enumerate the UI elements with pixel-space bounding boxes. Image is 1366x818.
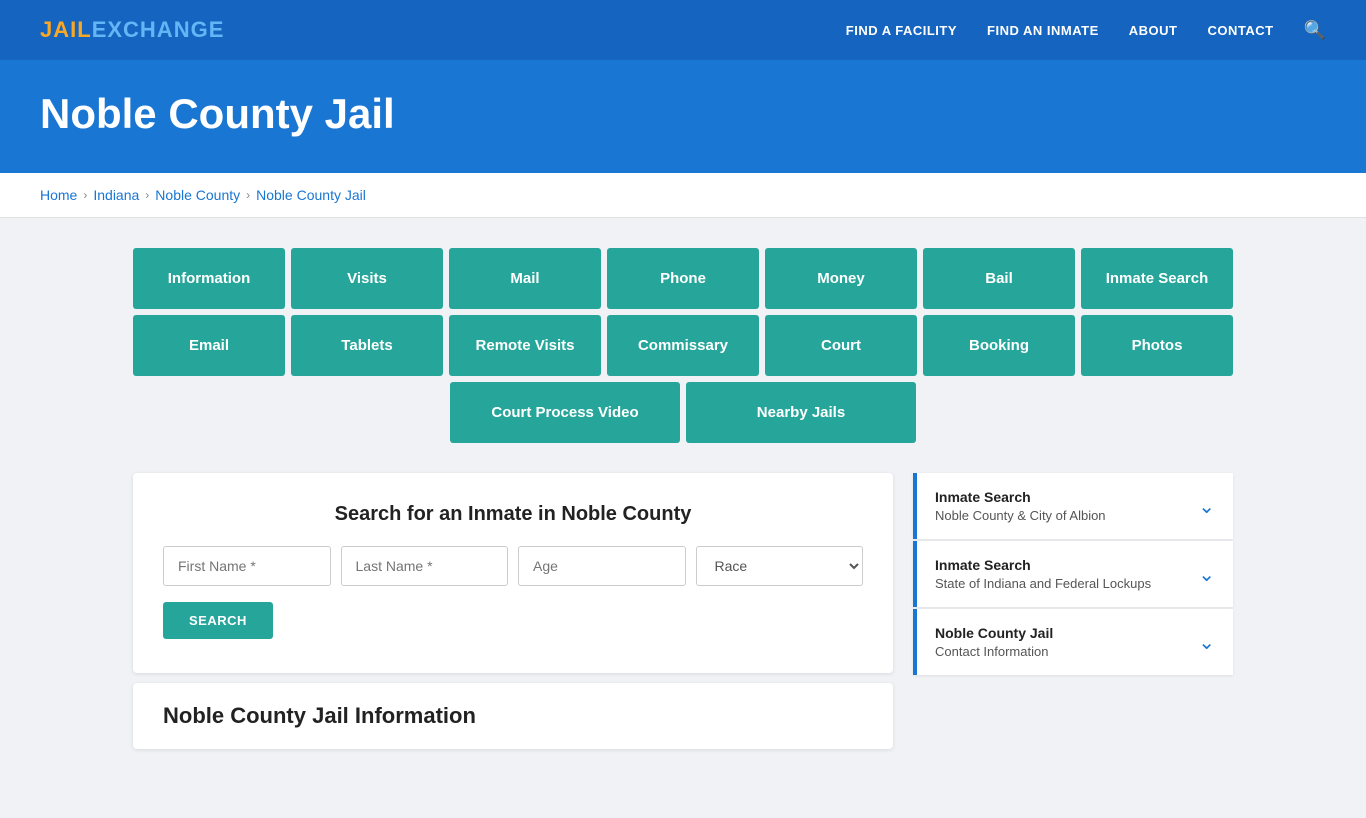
race-select[interactable]: Race White Black Hispanic Asian Other	[696, 546, 864, 586]
breadcrumb-current: Noble County Jail	[256, 187, 366, 203]
nav-contact[interactable]: CONTACT	[1207, 23, 1273, 38]
tile-mail[interactable]: Mail	[449, 248, 601, 309]
sidebar-item-title-1: Inmate Search	[935, 489, 1106, 505]
tile-commissary[interactable]: Commissary	[607, 315, 759, 376]
tile-court[interactable]: Court	[765, 315, 917, 376]
tile-money[interactable]: Money	[765, 248, 917, 309]
breadcrumb-sep-1: ›	[83, 188, 87, 202]
site-logo[interactable]: JAILEXCHANGE	[40, 17, 224, 43]
breadcrumb-noble-county[interactable]: Noble County	[155, 187, 240, 203]
nav-find-inmate[interactable]: FIND AN INMATE	[987, 23, 1099, 38]
header-search-button[interactable]: 🔍	[1304, 20, 1326, 41]
sidebar-item-title-3: Noble County Jail	[935, 625, 1053, 641]
tile-visits[interactable]: Visits	[291, 248, 443, 309]
search-form-row: Race White Black Hispanic Asian Other	[163, 546, 863, 586]
header: JAILEXCHANGE FIND A FACILITY FIND AN INM…	[0, 0, 1366, 60]
breadcrumb-indiana[interactable]: Indiana	[93, 187, 139, 203]
sidebar-item-subtitle-3: Contact Information	[935, 644, 1053, 659]
bottom-section: Search for an Inmate in Noble County Rac…	[133, 473, 1233, 749]
chevron-down-icon-2: ⌄	[1198, 562, 1215, 587]
sidebar: Inmate Search Noble County & City of Alb…	[913, 473, 1233, 677]
tile-booking[interactable]: Booking	[923, 315, 1075, 376]
main-content: Information Visits Mail Phone Money Bail…	[0, 218, 1366, 818]
tiles-row-1: Information Visits Mail Phone Money Bail…	[133, 248, 1233, 309]
nav-about[interactable]: ABOUT	[1129, 23, 1178, 38]
breadcrumb-bar: Home › Indiana › Noble County › Noble Co…	[0, 173, 1366, 218]
sidebar-item-noble-county-albion[interactable]: Inmate Search Noble County & City of Alb…	[913, 473, 1233, 539]
tile-remote-visits[interactable]: Remote Visits	[449, 315, 601, 376]
breadcrumb-sep-2: ›	[145, 188, 149, 202]
tile-nearby-jails[interactable]: Nearby Jails	[686, 382, 916, 443]
breadcrumb-sep-3: ›	[246, 188, 250, 202]
tile-information[interactable]: Information	[133, 248, 285, 309]
sidebar-item-text-2: Inmate Search State of Indiana and Feder…	[935, 557, 1151, 591]
tile-photos[interactable]: Photos	[1081, 315, 1233, 376]
sidebar-item-subtitle-1: Noble County & City of Albion	[935, 508, 1106, 523]
hero-banner: Noble County Jail	[0, 60, 1366, 173]
first-name-input[interactable]	[163, 546, 331, 586]
sidebar-item-contact-info[interactable]: Noble County Jail Contact Information ⌄	[913, 609, 1233, 675]
search-heading: Search for an Inmate in Noble County	[163, 503, 863, 526]
search-panel: Search for an Inmate in Noble County Rac…	[133, 473, 893, 673]
sidebar-item-indiana-federal[interactable]: Inmate Search State of Indiana and Feder…	[913, 541, 1233, 607]
sidebar-item-text-3: Noble County Jail Contact Information	[935, 625, 1053, 659]
breadcrumb-home[interactable]: Home	[40, 187, 77, 203]
last-name-input[interactable]	[341, 546, 509, 586]
left-panel: Search for an Inmate in Noble County Rac…	[133, 473, 893, 749]
tiles-row-2: Email Tablets Remote Visits Commissary C…	[133, 315, 1233, 376]
info-section-heading: Noble County Jail Information	[163, 703, 863, 729]
chevron-down-icon-1: ⌄	[1198, 494, 1215, 519]
tiles-row-3: Court Process Video Nearby Jails	[133, 382, 1233, 443]
tile-tablets[interactable]: Tablets	[291, 315, 443, 376]
breadcrumb: Home › Indiana › Noble County › Noble Co…	[40, 187, 1326, 203]
tile-bail[interactable]: Bail	[923, 248, 1075, 309]
main-nav: FIND A FACILITY FIND AN INMATE ABOUT CON…	[846, 20, 1326, 41]
search-button[interactable]: SEARCH	[163, 602, 273, 639]
tiles-section: Information Visits Mail Phone Money Bail…	[133, 248, 1233, 443]
tile-court-process-video[interactable]: Court Process Video	[450, 382, 680, 443]
tile-phone[interactable]: Phone	[607, 248, 759, 309]
sidebar-item-title-2: Inmate Search	[935, 557, 1151, 573]
chevron-down-icon-3: ⌄	[1198, 630, 1215, 655]
info-heading-panel: Noble County Jail Information	[133, 683, 893, 749]
sidebar-item-subtitle-2: State of Indiana and Federal Lockups	[935, 576, 1151, 591]
logo-exchange: EXCHANGE	[92, 17, 225, 42]
page-title: Noble County Jail	[40, 90, 1326, 138]
tile-email[interactable]: Email	[133, 315, 285, 376]
age-input[interactable]	[518, 546, 686, 586]
tile-inmate-search[interactable]: Inmate Search	[1081, 248, 1233, 309]
sidebar-item-text-1: Inmate Search Noble County & City of Alb…	[935, 489, 1106, 523]
nav-find-facility[interactable]: FIND A FACILITY	[846, 23, 957, 38]
logo-jail: JAIL	[40, 17, 92, 42]
